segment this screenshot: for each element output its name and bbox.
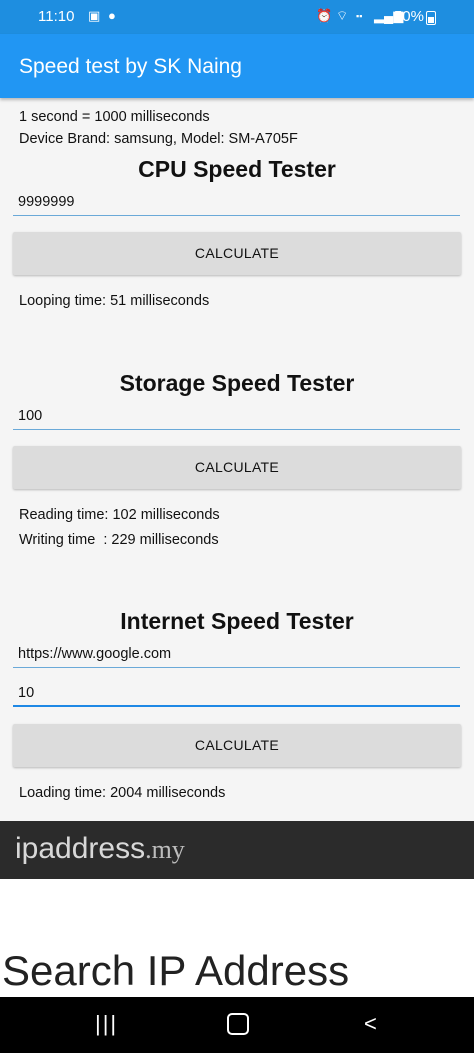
navigation-bar: ||| < [0,997,474,1053]
app-bar: Speed test by SK Naing [0,34,474,98]
home-icon[interactable] [227,1013,249,1035]
cpu-heading: CPU Speed Tester [138,156,336,182]
volte-icon: ▪▪ [356,11,363,21]
cpu-result: Looping time: 51 milliseconds [19,293,210,309]
cpu-calculate-button[interactable]: CALCULATE [13,232,461,275]
info-line: 1 second = 1000 milliseconds [19,109,210,125]
back-icon[interactable]: < [364,1011,377,1037]
web-content: Search IP Address [0,879,474,997]
app-title: Speed test by SK Naing [19,55,242,78]
ad-logo[interactable]: ipaddress.my [15,832,185,866]
wifi-icon: ⌔ [336,8,349,23]
gallery-icon: ▣ [88,8,101,23]
device-info: Device Brand: samsung, Model: SM-A705F [19,131,298,147]
web-heading: Search IP Address [2,947,350,994]
internet-heading: Internet Speed Tester [120,608,354,634]
internet-url-input[interactable]: https://www.google.com [13,644,460,668]
alarm-icon: ⏰ [316,8,333,23]
recents-icon[interactable]: ||| [95,1011,118,1037]
cpu-iterations-input[interactable]: 9999999 [13,192,460,216]
storage-reading-result: Reading time: 102 milliseconds [19,507,220,523]
notification-icon: ● [108,8,116,23]
storage-heading: Storage Speed Tester [119,370,355,396]
internet-calculate-button[interactable]: CALCULATE [13,724,461,767]
status-bar: 11:10 ▣ ● ⏰ ⌔ ▪▪ ▂▄▆ 50% [0,0,474,34]
storage-calculate-button[interactable]: CALCULATE [13,446,461,489]
internet-count-input[interactable]: 10 [13,683,460,707]
internet-result: Loading time: 2004 milliseconds [19,785,226,801]
ad-logo-tld: .my [145,835,185,864]
battery-icon [426,11,436,25]
status-time: 11:10 [38,8,75,25]
storage-size-input[interactable]: 100 [13,406,460,430]
battery-level: 50% [393,8,424,25]
storage-writing-result: Writing time : 229 milliseconds [19,532,219,548]
ad-logo-name: ipaddress [15,832,146,865]
ad-banner[interactable]: ipaddress.my [0,821,474,879]
